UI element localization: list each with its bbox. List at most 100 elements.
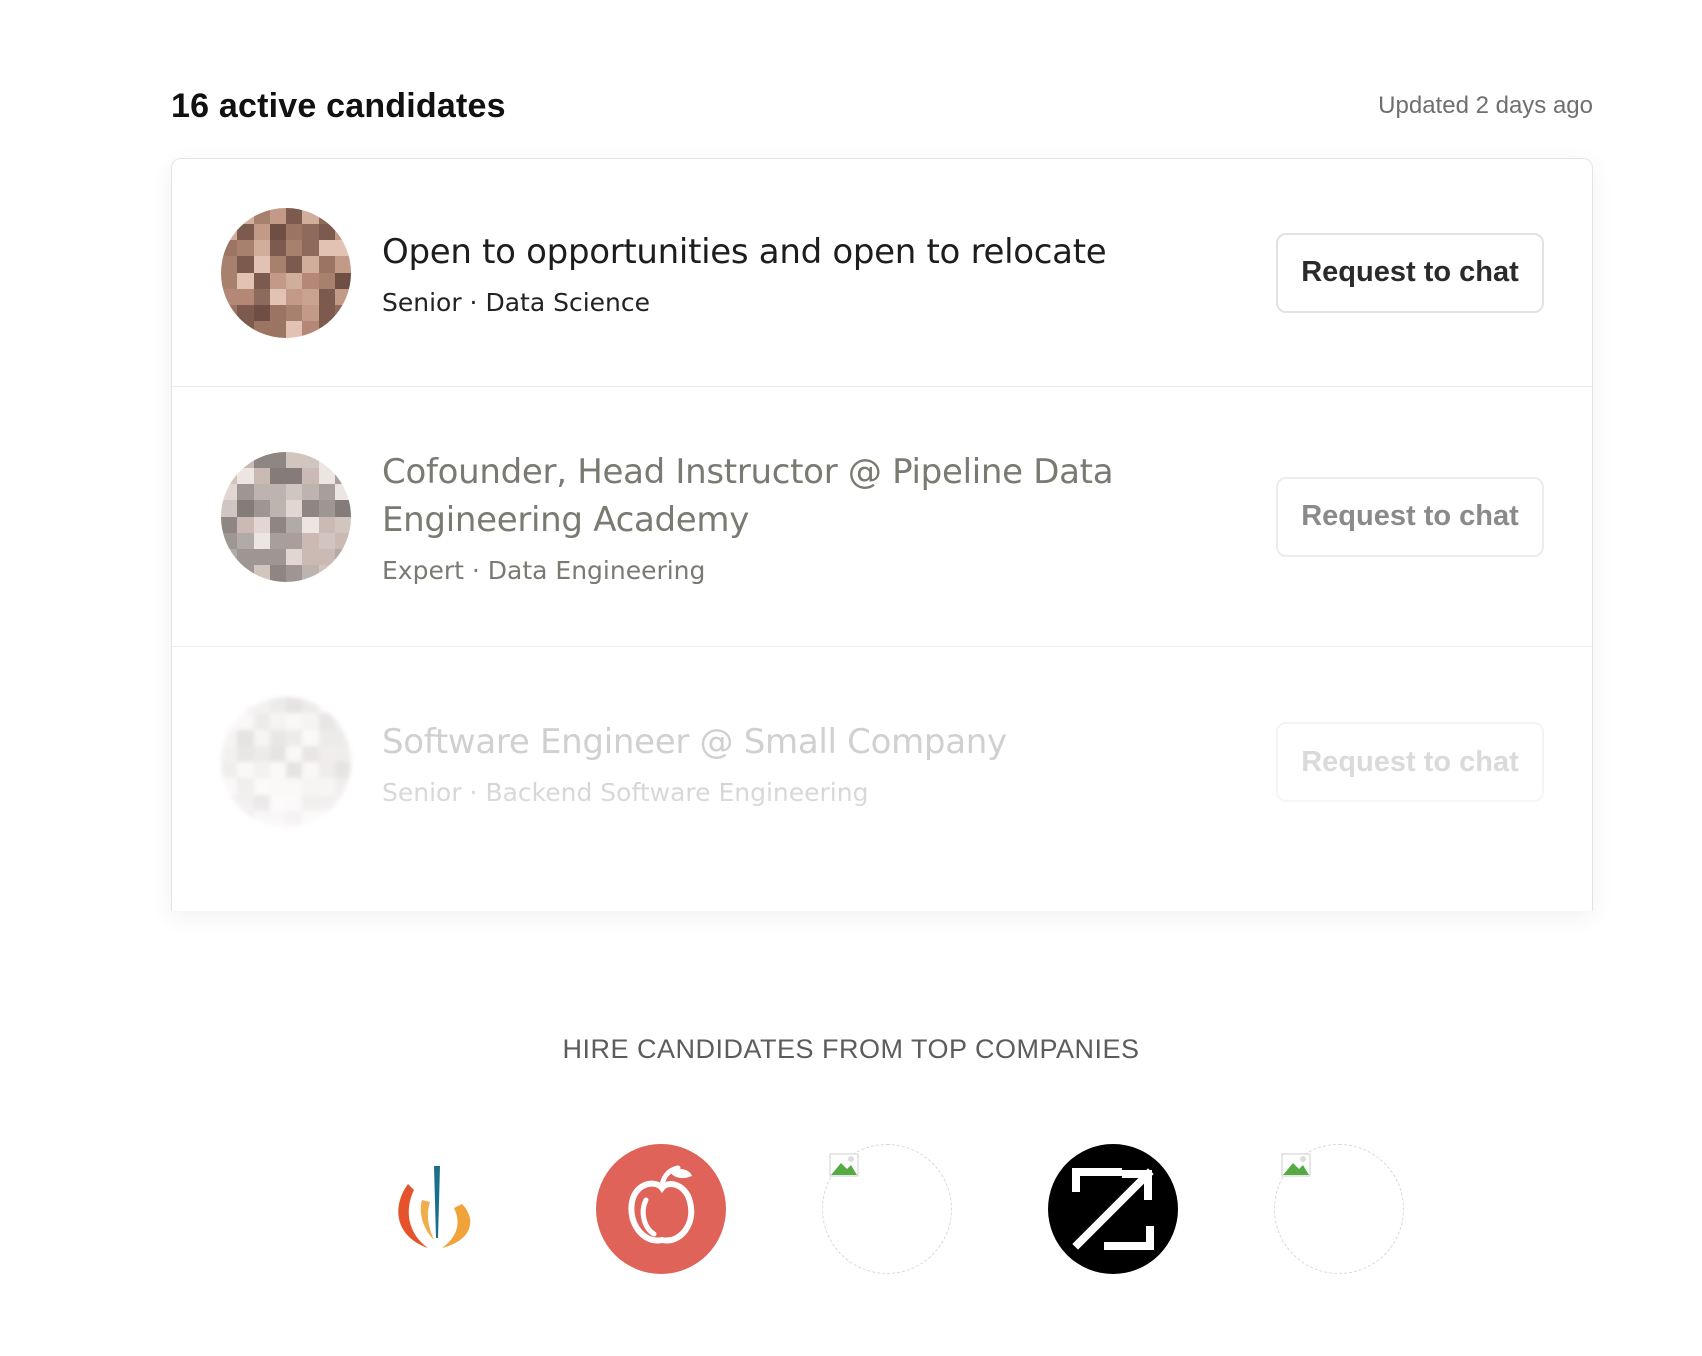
avatar-pixel bbox=[286, 451, 303, 468]
avatar-pixel bbox=[318, 467, 335, 484]
avatar-pixel bbox=[253, 321, 270, 338]
avatar-pixel bbox=[302, 778, 319, 795]
avatar-pixel bbox=[221, 207, 238, 224]
avatar-pixel bbox=[237, 240, 254, 257]
avatar-pixel bbox=[318, 532, 335, 549]
avatar-pixel bbox=[269, 729, 286, 746]
avatar-pixel bbox=[253, 697, 270, 714]
avatar-pixel bbox=[221, 745, 238, 762]
avatar-pixel bbox=[221, 713, 238, 730]
avatar-pixel bbox=[253, 713, 270, 730]
avatar-pixel bbox=[302, 713, 319, 730]
avatar-pixel bbox=[334, 565, 351, 582]
avatar-pixel bbox=[253, 467, 270, 484]
candidate-level-field: Senior · Backend Software Engineering bbox=[382, 777, 869, 807]
avatar-pixel bbox=[318, 729, 335, 746]
avatar-pixel bbox=[318, 305, 335, 322]
avatar-pixel bbox=[318, 762, 335, 779]
avatar-pixel bbox=[237, 451, 254, 468]
avatar-pixel bbox=[286, 565, 303, 582]
avatar-pixel bbox=[286, 713, 303, 730]
candidate-row: Open to opportunities and open to reloca… bbox=[172, 159, 1592, 387]
candidate-info: Cofounder, Head Instructor @ Pipeline Da… bbox=[382, 448, 1142, 585]
broken-image-icon bbox=[822, 1144, 952, 1274]
avatar-pixel bbox=[334, 451, 351, 468]
avatar-pixel bbox=[286, 500, 303, 517]
avatar-pixel bbox=[302, 467, 319, 484]
avatar-pixel bbox=[253, 305, 270, 322]
avatar-pixel bbox=[253, 223, 270, 240]
avatar-pixel bbox=[334, 256, 351, 273]
avatar-pixel bbox=[221, 810, 238, 827]
avatar-pixel bbox=[318, 207, 335, 224]
avatar-pixel bbox=[253, 484, 270, 501]
avatar-pixel bbox=[318, 549, 335, 566]
avatar-pixel bbox=[237, 256, 254, 273]
avatar-pixel bbox=[334, 500, 351, 517]
avatar-pixel bbox=[302, 272, 319, 289]
avatar-pixel bbox=[221, 256, 238, 273]
avatar-pixel bbox=[334, 549, 351, 566]
avatar-pixel bbox=[318, 288, 335, 305]
avatar-pixel bbox=[334, 745, 351, 762]
novartis-logo bbox=[370, 1144, 500, 1274]
avatar-pixel bbox=[302, 500, 319, 517]
request-to-chat-button[interactable]: Request to chat bbox=[1276, 722, 1544, 802]
avatar-pixel bbox=[269, 810, 286, 827]
avatar-pixel bbox=[302, 256, 319, 273]
avatar-pixel bbox=[269, 467, 286, 484]
avatar-pixel bbox=[334, 288, 351, 305]
avatar-pixel bbox=[237, 794, 254, 811]
avatar-pixel bbox=[269, 713, 286, 730]
avatar-pixel bbox=[302, 516, 319, 533]
avatar-pixel bbox=[318, 713, 335, 730]
avatar-pixel bbox=[269, 762, 286, 779]
avatar-pixel bbox=[253, 762, 270, 779]
avatar-pixel bbox=[221, 729, 238, 746]
top-companies-heading: HIRE CANDIDATES FROM TOP COMPANIES bbox=[562, 1034, 1140, 1064]
avatar-pixel bbox=[334, 321, 351, 338]
avatar-pixel bbox=[269, 516, 286, 533]
avatar-pixel bbox=[302, 305, 319, 322]
avatar-pixel bbox=[302, 207, 319, 224]
avatar-pixel bbox=[269, 500, 286, 517]
active-candidates-count: 16 active candidates bbox=[171, 86, 506, 125]
avatar-pixel bbox=[334, 467, 351, 484]
avatar-pixel bbox=[286, 305, 303, 322]
avatar-pixel bbox=[221, 762, 238, 779]
avatar-pixel bbox=[269, 223, 286, 240]
avatar-pixel bbox=[221, 794, 238, 811]
avatar-pixel bbox=[286, 762, 303, 779]
avatar-pixel bbox=[318, 745, 335, 762]
avatar-pixel bbox=[269, 794, 286, 811]
avatar-pixel bbox=[286, 484, 303, 501]
avatar-pixel bbox=[318, 500, 335, 517]
avatar-pixel bbox=[237, 207, 254, 224]
updated-timestamp: Updated 2 days ago bbox=[1378, 92, 1593, 119]
avatar-pixel bbox=[253, 549, 270, 566]
request-to-chat-button[interactable]: Request to chat bbox=[1276, 476, 1544, 557]
avatar-pixel bbox=[318, 223, 335, 240]
avatar-pixel bbox=[302, 762, 319, 779]
candidate-row: Cofounder, Head Instructor @ Pipeline Da… bbox=[172, 387, 1592, 647]
avatar-pixel bbox=[237, 272, 254, 289]
avatar-pixel bbox=[286, 272, 303, 289]
avatar-pixel bbox=[286, 223, 303, 240]
avatar-pixel bbox=[221, 516, 238, 533]
avatar-pixel bbox=[253, 288, 270, 305]
avatar-pixel bbox=[318, 565, 335, 582]
avatar-pixel bbox=[334, 305, 351, 322]
avatar-pixel bbox=[286, 207, 303, 224]
avatar-pixel bbox=[318, 484, 335, 501]
request-to-chat-button[interactable]: Request to chat bbox=[1276, 232, 1544, 313]
avatar-pixel bbox=[334, 713, 351, 730]
avatar-pixel bbox=[286, 794, 303, 811]
avatar-pixel bbox=[237, 549, 254, 566]
avatar-pixel bbox=[302, 745, 319, 762]
candidate-level-field: Expert · Data Engineering bbox=[382, 556, 706, 585]
avatar-pixel bbox=[221, 532, 238, 549]
avatar-pixel bbox=[334, 810, 351, 827]
avatar-pixel bbox=[334, 778, 351, 795]
avatar-pixel bbox=[286, 532, 303, 549]
avatar bbox=[221, 697, 351, 827]
